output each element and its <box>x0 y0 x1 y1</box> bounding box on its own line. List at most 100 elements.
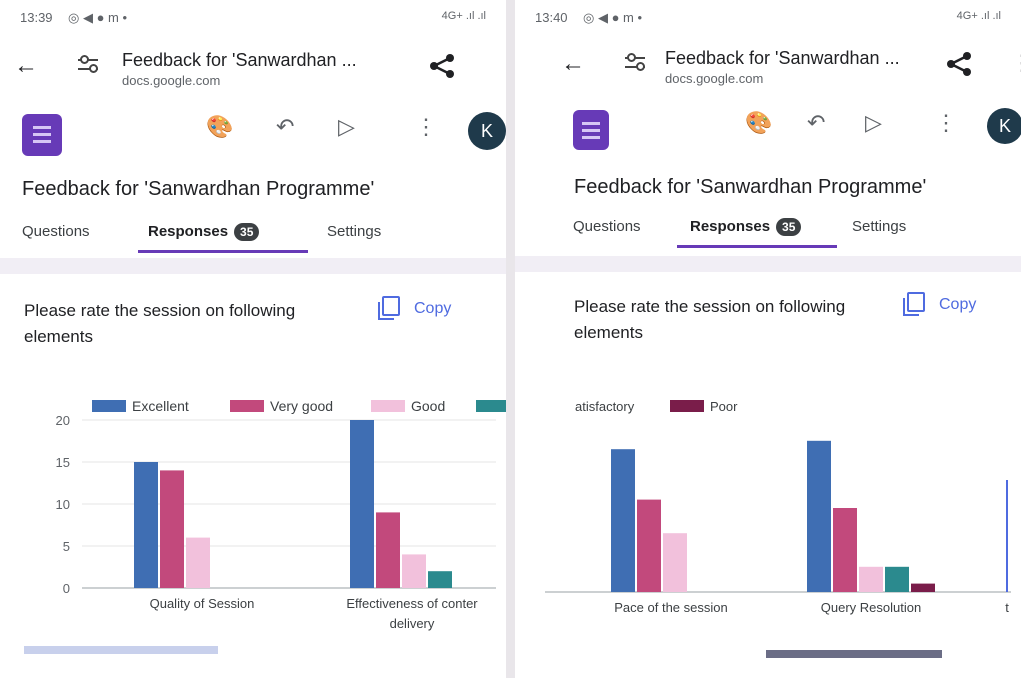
site-settings-icon[interactable] <box>78 55 98 73</box>
y-tick-label: 20 <box>56 413 70 428</box>
category-label: Query Resolution <box>821 600 921 615</box>
legend-label: Excellent <box>132 398 189 414</box>
bar <box>160 470 184 588</box>
right-screenshot: 13:40 ◎ ◀ ● m • 4G+ .ıl .ıl ← Feedback f… <box>515 0 1021 678</box>
tab-responses-label: Responses <box>148 223 229 240</box>
tab-settings[interactable]: Settings <box>327 223 381 240</box>
form-title: Feedback for 'Sanwardhan Programme' <box>22 178 375 200</box>
question-title: Please rate the session on following ele… <box>574 297 846 342</box>
bar <box>885 566 909 592</box>
section-divider <box>0 258 506 274</box>
site-settings-icon[interactable] <box>625 53 645 71</box>
send-icon[interactable]: ▷ <box>865 112 882 134</box>
status-time: 13:40 <box>535 10 568 25</box>
chart-scrollbar[interactable] <box>24 646 218 654</box>
y-tick-label: 5 <box>63 539 70 554</box>
tab-responses[interactable]: Responses 35 <box>690 218 802 236</box>
bar <box>186 537 210 588</box>
bar <box>807 440 831 592</box>
category-label: Effectiveness of conter <box>346 596 478 611</box>
status-signal: 4G+ .ıl .ıl <box>441 10 486 22</box>
bar <box>663 533 687 592</box>
copy-label: Copy <box>939 296 977 313</box>
palette-icon[interactable]: 🎨 <box>206 116 233 138</box>
form-tabs: Questions Responses 35 Settings <box>515 210 1021 250</box>
tab-questions[interactable]: Questions <box>22 223 90 240</box>
browser-address-bar: ← Feedback for 'Sanwardhan ... docs.goog… <box>0 40 506 90</box>
browser-address-bar: ← Feedback for 'Sanwardhan ... docs.goog… <box>515 38 1021 88</box>
bar <box>402 554 426 588</box>
share-icon[interactable] <box>945 52 973 76</box>
more-options-icon[interactable]: ⋮ <box>415 116 437 138</box>
bar <box>611 449 635 592</box>
category-label: delivery <box>390 616 435 631</box>
category-label: Quality of Session <box>150 596 255 611</box>
more-options-icon[interactable]: ⋮ <box>935 112 957 134</box>
legend-label: Good <box>411 398 445 414</box>
legend-swatch <box>670 400 704 412</box>
more-vert-icon[interactable]: ⋮ <box>498 54 506 76</box>
avatar[interactable]: K <box>987 108 1021 144</box>
copy-label: Copy <box>414 300 452 317</box>
status-bar: 13:39 ◎ ◀ ● m • 4G+ .ıl .ıl <box>20 10 486 30</box>
bar <box>911 583 935 592</box>
question-title: Please rate the session on following ele… <box>24 301 296 346</box>
bar <box>134 462 158 588</box>
back-arrow-icon[interactable]: ← <box>14 52 38 80</box>
forms-toolbar: 🎨 ↶ ▷ ⋮ K <box>0 108 506 158</box>
more-vert-icon[interactable]: ⋮ <box>1011 52 1021 74</box>
copy-button[interactable]: Copy <box>903 292 977 316</box>
avatar[interactable]: K <box>468 112 506 150</box>
category-label: Pace of the session <box>614 600 727 615</box>
undo-icon[interactable]: ↶ <box>807 112 825 134</box>
send-icon[interactable]: ▷ <box>338 116 355 138</box>
bar <box>428 571 452 588</box>
responses-bar-chart: 20 15 10 5 0 Excellent Very good Good Quality of… <box>56 398 506 631</box>
copy-icon <box>903 292 925 316</box>
chart-scrollbar[interactable] <box>766 650 942 658</box>
legend-label: Poor <box>710 399 738 414</box>
status-notification-icons: ◎ ◀ ● m • <box>583 10 643 25</box>
legend-swatch <box>230 400 264 412</box>
legend-swatch <box>476 400 506 412</box>
forms-toolbar: 🎨 ↶ ▷ ⋮ K <box>515 104 1021 154</box>
tab-questions[interactable]: Questions <box>573 218 641 235</box>
legend-label: Very good <box>270 398 333 414</box>
responses-count-badge: 35 <box>234 223 260 241</box>
category-label: t <box>1005 600 1009 615</box>
share-icon[interactable] <box>428 54 456 78</box>
active-tab-indicator <box>138 250 308 253</box>
bar <box>859 566 883 592</box>
tab-settings[interactable]: Settings <box>852 218 906 235</box>
palette-icon[interactable]: 🎨 <box>745 112 772 134</box>
tab-responses[interactable]: Responses 35 <box>148 223 260 241</box>
legend-swatch <box>92 400 126 412</box>
bar <box>350 420 374 588</box>
bar <box>376 512 400 588</box>
undo-icon[interactable]: ↶ <box>276 116 294 138</box>
form-title: Feedback for 'Sanwardhan Programme' <box>574 176 927 198</box>
back-arrow-icon[interactable]: ← <box>561 50 585 78</box>
y-tick-label: 15 <box>56 455 70 470</box>
google-forms-icon[interactable] <box>573 110 609 150</box>
y-tick-label: 10 <box>56 497 70 512</box>
tab-responses-label: Responses <box>690 218 771 235</box>
copy-icon <box>378 296 400 320</box>
legend-label: atisfactory <box>575 399 635 414</box>
y-tick-label: 0 <box>63 581 70 596</box>
page-title: Feedback for 'Sanwardhan ... <box>665 48 900 68</box>
status-notification-icons: ◎ ◀ ● m • <box>68 10 128 25</box>
responses-count-badge: 35 <box>776 218 802 236</box>
legend-swatch <box>371 400 405 412</box>
left-screenshot: 13:39 ◎ ◀ ● m • 4G+ .ıl .ıl ← Feedback f… <box>0 0 506 678</box>
copy-button[interactable]: Copy <box>378 296 452 320</box>
bar <box>833 508 857 592</box>
status-bar: 13:40 ◎ ◀ ● m • 4G+ .ıl .ıl <box>535 10 1001 30</box>
google-forms-icon[interactable] <box>22 114 62 156</box>
responses-bar-chart: atisfactory Poor Pace of the session Query … <box>545 399 1011 615</box>
active-tab-indicator <box>677 245 837 248</box>
form-tabs: Questions Responses 35 Settings <box>0 215 506 255</box>
section-divider <box>515 256 1021 272</box>
bar <box>637 499 661 592</box>
page-domain: docs.google.com <box>122 73 221 88</box>
